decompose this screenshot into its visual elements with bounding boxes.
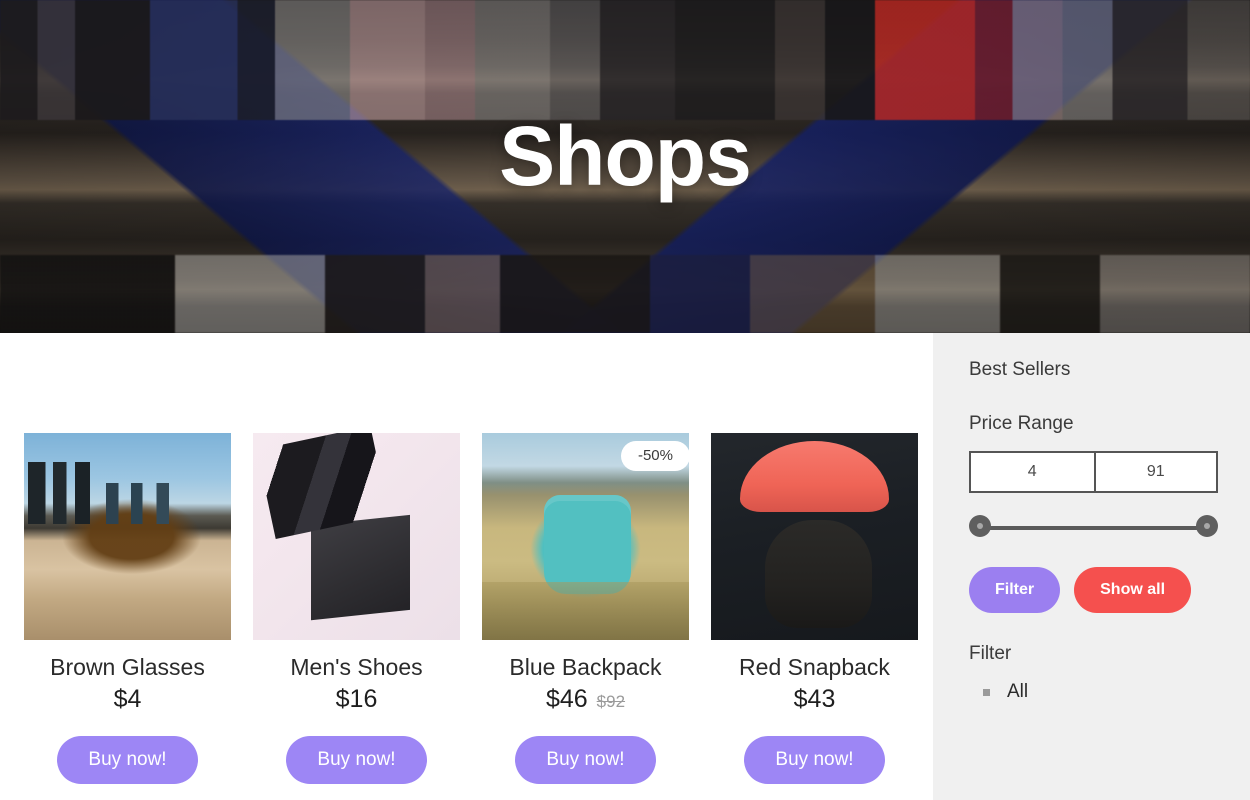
- price-row: $46 $92: [482, 685, 689, 714]
- red-snapback-photo: [711, 433, 918, 640]
- price-row: $43: [711, 685, 918, 714]
- show-all-button[interactable]: Show all: [1074, 567, 1192, 613]
- price-range-inputs[interactable]: [969, 451, 1218, 493]
- product-title: Men's Shoes: [290, 654, 423, 680]
- discount-badge: -50%: [620, 441, 689, 471]
- product-old-price: $92: [596, 692, 626, 712]
- product-card[interactable]: Brown Glasses $4 Buy now!: [24, 433, 231, 785]
- slider-track: [979, 526, 1208, 530]
- product-price: $43: [793, 685, 836, 714]
- filter-sidebar: Best Sellers Price Range Filter Show all…: [933, 333, 1250, 800]
- price-range-slider[interactable]: [969, 515, 1218, 541]
- product-title: Blue Backpack: [509, 654, 662, 680]
- price-max-input[interactable]: [1093, 453, 1216, 491]
- filter-actions: Filter Show all: [969, 567, 1214, 613]
- product-price: $46: [545, 685, 588, 714]
- buy-now-button[interactable]: Buy now!: [744, 736, 885, 785]
- filter-item-label: All: [1007, 681, 1029, 702]
- buy-now-button[interactable]: Buy now!: [286, 736, 427, 785]
- products-area: Brown Glasses $4 Buy now! Men's Shoes $1…: [0, 333, 933, 785]
- best-sellers-heading: Best Sellers: [969, 359, 1071, 380]
- slider-handle-min[interactable]: [969, 515, 991, 537]
- product-image[interactable]: [253, 433, 460, 640]
- page-body: Brown Glasses $4 Buy now! Men's Shoes $1…: [0, 333, 1250, 800]
- hero-banner: Shops: [0, 0, 1250, 333]
- product-card[interactable]: Men's Shoes $16 Buy now!: [253, 433, 460, 785]
- product-image[interactable]: -50%: [482, 433, 689, 640]
- product-price: $4: [113, 685, 142, 714]
- product-card[interactable]: -50% Blue Backpack $46 $92 Buy now!: [482, 433, 689, 785]
- product-image[interactable]: [711, 433, 918, 640]
- price-min-input[interactable]: [971, 453, 1094, 491]
- product-card[interactable]: Red Snapback $43 Buy now!: [711, 433, 918, 785]
- page-title: Shops: [499, 108, 752, 203]
- product-title: Red Snapback: [739, 654, 890, 680]
- buy-now-button[interactable]: Buy now!: [57, 736, 198, 785]
- buy-now-button[interactable]: Buy now!: [515, 736, 656, 785]
- bullet-square-icon: [983, 688, 990, 696]
- slider-handle-max[interactable]: [1196, 515, 1218, 537]
- product-image[interactable]: [24, 433, 231, 640]
- price-row: $4: [24, 685, 231, 714]
- product-price: $16: [335, 685, 378, 714]
- filter-category-list: All: [969, 681, 1214, 703]
- product-grid: Brown Glasses $4 Buy now! Men's Shoes $1…: [24, 433, 933, 785]
- price-row: $16: [253, 685, 460, 714]
- filter-section-label: Filter: [969, 643, 1012, 664]
- product-title: Brown Glasses: [50, 654, 205, 680]
- mens-shoes-photo: [253, 433, 460, 640]
- brown-glasses-photo: [24, 433, 231, 640]
- price-range-heading: Price Range: [969, 413, 1074, 434]
- filter-item-all[interactable]: All: [969, 681, 1214, 703]
- filter-button[interactable]: Filter: [969, 567, 1061, 613]
